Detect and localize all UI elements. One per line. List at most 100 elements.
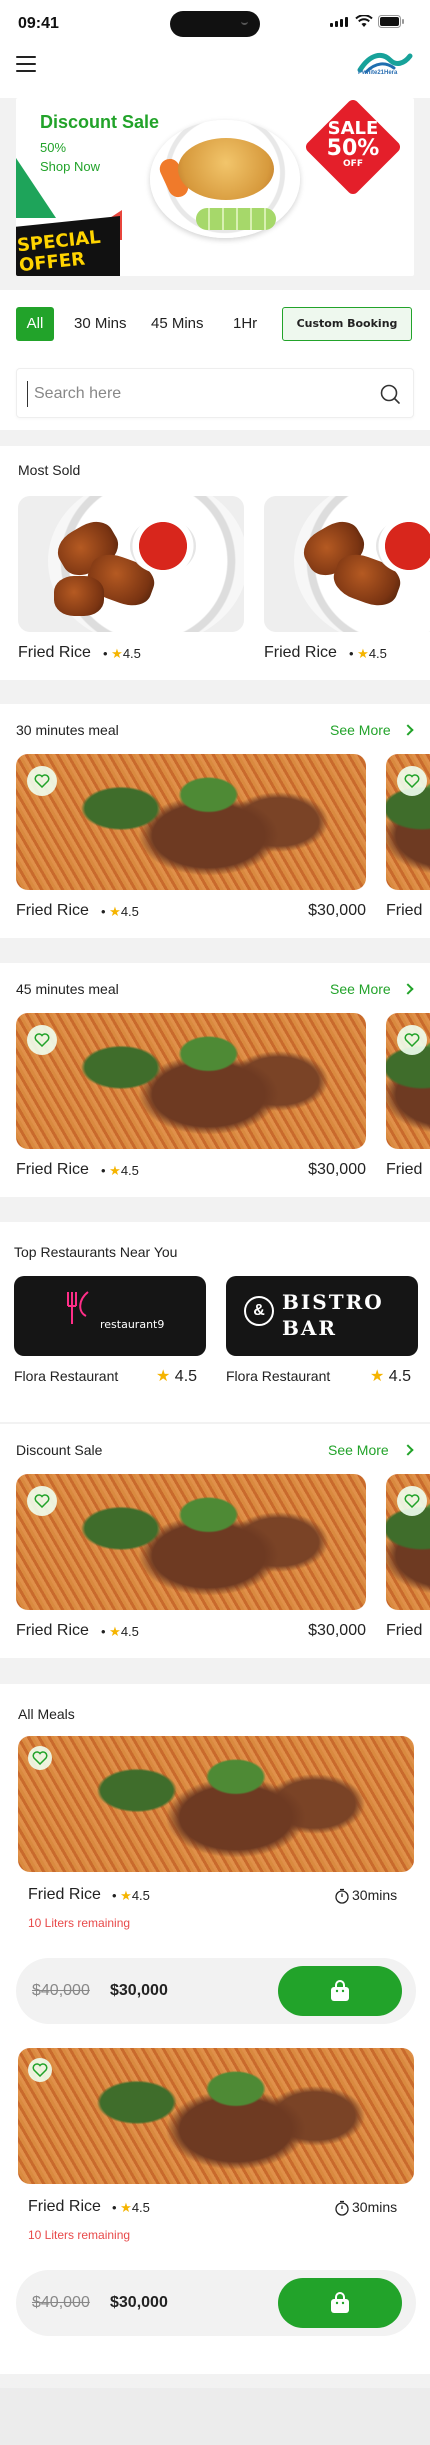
shopping-bag-icon bbox=[331, 2292, 349, 2313]
section-title: Top Restaurants Near You bbox=[14, 1244, 178, 1260]
food-rating: • ★4.5 bbox=[103, 646, 141, 661]
restaurant-logo-icon bbox=[67, 1291, 89, 1324]
food-price: $30,000 bbox=[308, 902, 366, 919]
restaurant-card[interactable]: & BISTRO BAR bbox=[226, 1276, 418, 1356]
chevron-right-icon[interactable] bbox=[402, 983, 414, 995]
meal-45-section: 45 minutes meal See More Fried Rice • ★4… bbox=[0, 963, 430, 1197]
food-rating: • ★4.5 bbox=[101, 904, 139, 919]
meal-card[interactable]: Fried Rice • ★4.5 30mins 10 Liters remai… bbox=[16, 1736, 416, 2036]
shop-now-link[interactable]: Shop Now bbox=[40, 159, 100, 174]
see-more-link[interactable]: See More bbox=[330, 722, 391, 738]
food-price: $30,000 bbox=[308, 1161, 366, 1178]
food-card-image[interactable] bbox=[264, 496, 430, 632]
hamburger-menu-icon[interactable] bbox=[16, 56, 36, 72]
section-title: 30 minutes meal bbox=[16, 722, 119, 738]
restaurant-name: Flora Restaurant bbox=[14, 1368, 119, 1384]
filter-chip-all[interactable]: All bbox=[16, 307, 54, 341]
promo-banner[interactable]: Discount Sale 50% Shop Now SALE 50% OFF … bbox=[16, 98, 414, 276]
add-to-cart-button[interactable] bbox=[278, 1966, 402, 2016]
filter-chip-1hr[interactable]: 1Hr bbox=[233, 307, 257, 341]
battery-icon bbox=[378, 15, 404, 28]
timer-icon bbox=[335, 2200, 349, 2216]
prep-time: 30mins bbox=[352, 2199, 398, 2215]
current-price: $30,000 bbox=[110, 2294, 168, 2311]
stock-remaining: 10 Liters remaining bbox=[28, 2228, 131, 2242]
section-title: Most Sold bbox=[18, 462, 81, 478]
food-card-image[interactable] bbox=[18, 496, 244, 632]
favorite-heart-icon[interactable] bbox=[397, 1025, 427, 1055]
food-name: Fried Rice bbox=[264, 644, 337, 661]
favorite-heart-icon[interactable] bbox=[397, 1486, 427, 1516]
food-rating: • ★4.5 bbox=[101, 1624, 139, 1639]
dynamic-island bbox=[170, 11, 260, 37]
food-card-image[interactable] bbox=[16, 1013, 366, 1149]
food-name: Fried Rice bbox=[18, 644, 91, 661]
restaurant-logo-text: restaurant9 bbox=[100, 1318, 165, 1331]
top-restaurants-section: Top Restaurants Near You restaurant9 & B… bbox=[0, 1222, 430, 1422]
timer-icon bbox=[335, 1888, 349, 1904]
section-title: All Meals bbox=[18, 1706, 75, 1722]
signal-icon bbox=[330, 17, 348, 27]
custom-booking-button[interactable]: Custom Booking bbox=[282, 307, 412, 341]
section-title: Discount Sale bbox=[16, 1442, 103, 1458]
ampersand-icon: & bbox=[244, 1296, 274, 1326]
restaurant-name: Flora Restaurant bbox=[226, 1368, 331, 1384]
bottom-area bbox=[0, 2388, 430, 2445]
chevron-right-icon[interactable] bbox=[402, 724, 414, 736]
food-name: Fried bbox=[386, 1161, 423, 1178]
shopping-bag-icon bbox=[331, 1980, 349, 2001]
food-rating: • ★4.5 bbox=[112, 2200, 150, 2215]
restaurant-logo-text: BAR bbox=[282, 1316, 338, 1340]
banner-title: Discount Sale bbox=[40, 112, 160, 132]
most-sold-section: Most Sold Fried Rice • ★4.5 Fried Rice •… bbox=[0, 446, 430, 680]
food-card-image[interactable] bbox=[16, 754, 366, 890]
all-meals-section: All Meals Fried Rice • ★4.5 30mins 10 Li… bbox=[0, 1684, 430, 2374]
sale-badge-text: SALE 50% OFF bbox=[326, 118, 380, 169]
special-offer-text: SPECIAL OFFER bbox=[16, 226, 102, 276]
old-price: $40,000 bbox=[32, 2294, 90, 2311]
food-price: $30,000 bbox=[308, 1622, 366, 1639]
favorite-heart-icon[interactable] bbox=[28, 2058, 52, 2082]
food-name: Fried Rice bbox=[16, 1622, 89, 1639]
stock-remaining: 10 Liters remaining bbox=[28, 1916, 131, 1930]
meal-card[interactable]: Fried Rice • ★4.5 30mins 10 Liters remai… bbox=[16, 2048, 416, 2348]
food-name: Fried bbox=[386, 902, 423, 919]
food-name: Fried bbox=[386, 1622, 423, 1639]
current-price: $30,000 bbox=[110, 1982, 168, 1999]
restaurant-rating: ★ 4.5 bbox=[370, 1368, 412, 1385]
food-name: Fried Rice bbox=[28, 1886, 101, 1903]
filter-chip-45-mins[interactable]: 45 Mins bbox=[151, 307, 204, 341]
search-icon[interactable] bbox=[379, 383, 401, 405]
section-title: 45 minutes meal bbox=[16, 981, 119, 997]
prep-time: 30mins bbox=[352, 1887, 398, 1903]
favorite-heart-icon[interactable] bbox=[27, 766, 57, 796]
restaurant-rating: ★ 4.5 bbox=[156, 1368, 198, 1385]
filter-chip-30-mins[interactable]: 30 Mins bbox=[74, 307, 127, 341]
price-bar: $40,000 $30,000 bbox=[16, 2270, 416, 2336]
favorite-heart-icon[interactable] bbox=[27, 1025, 57, 1055]
food-rating: • ★4.5 bbox=[101, 1163, 139, 1178]
food-card-image[interactable] bbox=[18, 2048, 414, 2184]
food-name: Fried Rice bbox=[16, 902, 89, 919]
old-price: $40,000 bbox=[32, 1982, 90, 1999]
price-bar: $40,000 $30,000 bbox=[16, 1958, 416, 2024]
banner-percent: 50% bbox=[40, 140, 67, 155]
food-name: Fried Rice bbox=[28, 2198, 101, 2215]
search-bar bbox=[16, 368, 414, 418]
restaurant-logo-text: BISTRO bbox=[282, 1290, 384, 1314]
chevron-right-icon[interactable] bbox=[402, 1444, 414, 1456]
food-name: Fried Rice bbox=[16, 1161, 89, 1178]
favorite-heart-icon[interactable] bbox=[28, 1746, 52, 1770]
discount-sale-section: Discount Sale See More Fried Rice • ★4.5… bbox=[0, 1424, 430, 1658]
see-more-link[interactable]: See More bbox=[330, 981, 391, 997]
status-time: 09:41 bbox=[18, 15, 59, 32]
favorite-heart-icon[interactable] bbox=[397, 766, 427, 796]
search-input[interactable] bbox=[27, 381, 347, 407]
favorite-heart-icon[interactable] bbox=[27, 1486, 57, 1516]
food-card-image[interactable] bbox=[18, 1736, 414, 1872]
see-more-link[interactable]: See More bbox=[328, 1442, 389, 1458]
restaurant-card[interactable]: restaurant9 bbox=[14, 1276, 206, 1356]
wifi-icon bbox=[355, 15, 373, 27]
food-card-image[interactable] bbox=[16, 1474, 366, 1610]
add-to-cart-button[interactable] bbox=[278, 2278, 402, 2328]
